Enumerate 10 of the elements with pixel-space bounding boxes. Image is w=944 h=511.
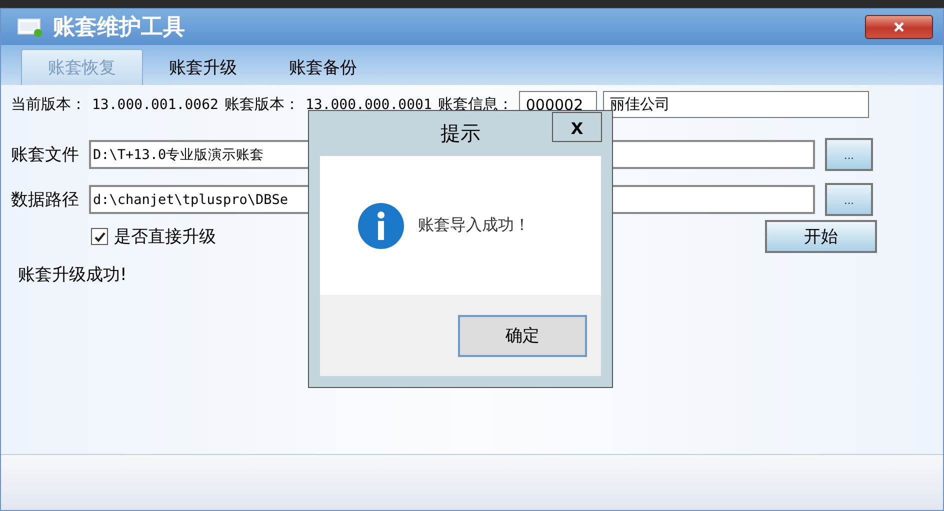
version-value: 13.000.000.0001 — [305, 96, 432, 112]
field-label: 账套版本： — [224, 95, 300, 114]
window-title: 账套维护工具 — [53, 14, 185, 42]
field-label: 账套文件 — [11, 144, 80, 166]
field-label: 数据路径 — [11, 189, 80, 211]
field-label: 当前版本： — [11, 95, 86, 114]
status-text: 账套升级成功! — [18, 264, 128, 286]
version-value: 13.000.001.0062 — [92, 96, 218, 112]
dialog-message: 账套导入成功！ — [418, 215, 530, 236]
dialog-title: 提示 — [440, 120, 480, 147]
